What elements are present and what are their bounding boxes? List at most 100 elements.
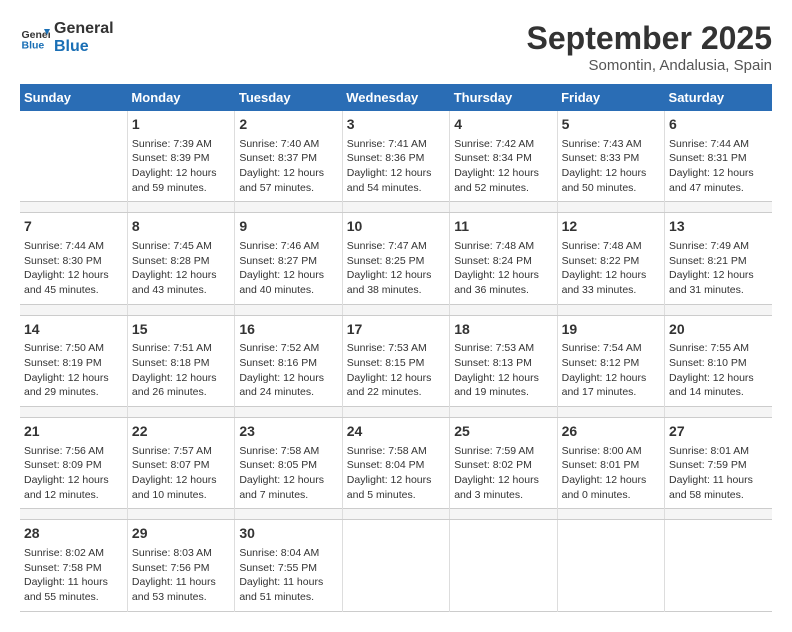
day-cell: 9Sunrise: 7:46 AM Sunset: 8:27 PM Daylig… xyxy=(235,213,342,304)
day-cell: 17Sunrise: 7:53 AM Sunset: 8:15 PM Dayli… xyxy=(342,315,449,406)
day-number: 13 xyxy=(669,217,768,237)
day-info: Sunrise: 8:00 AM Sunset: 8:01 PM Dayligh… xyxy=(562,444,660,503)
month-title: September 2025 xyxy=(527,20,772,57)
day-cell: 22Sunrise: 7:57 AM Sunset: 8:07 PM Dayli… xyxy=(127,418,234,509)
title-area: September 2025 Somontin, Andalusia, Spai… xyxy=(527,20,772,74)
day-cell: 10Sunrise: 7:47 AM Sunset: 8:25 PM Dayli… xyxy=(342,213,449,304)
day-cell: 2Sunrise: 7:40 AM Sunset: 8:37 PM Daylig… xyxy=(235,111,342,202)
day-cell: 13Sunrise: 7:49 AM Sunset: 8:21 PM Dayli… xyxy=(665,213,772,304)
day-cell: 25Sunrise: 7:59 AM Sunset: 8:02 PM Dayli… xyxy=(450,418,557,509)
day-info: Sunrise: 7:49 AM Sunset: 8:21 PM Dayligh… xyxy=(669,239,768,298)
day-number: 30 xyxy=(239,524,337,544)
day-number: 27 xyxy=(669,422,768,442)
day-cell: 23Sunrise: 7:58 AM Sunset: 8:05 PM Dayli… xyxy=(235,418,342,509)
week-separator xyxy=(20,407,772,418)
day-cell: 6Sunrise: 7:44 AM Sunset: 8:31 PM Daylig… xyxy=(665,111,772,202)
logo-line2: Blue xyxy=(54,38,114,56)
day-cell: 1Sunrise: 7:39 AM Sunset: 8:39 PM Daylig… xyxy=(127,111,234,202)
day-cell: 20Sunrise: 7:55 AM Sunset: 8:10 PM Dayli… xyxy=(665,315,772,406)
day-number: 26 xyxy=(562,422,660,442)
week-row-3: 14Sunrise: 7:50 AM Sunset: 8:19 PM Dayli… xyxy=(20,315,772,406)
day-cell: 8Sunrise: 7:45 AM Sunset: 8:28 PM Daylig… xyxy=(127,213,234,304)
day-header-tuesday: Tuesday xyxy=(235,84,342,111)
day-cell: 27Sunrise: 8:01 AM Sunset: 7:59 PM Dayli… xyxy=(665,418,772,509)
day-number: 29 xyxy=(132,524,230,544)
day-info: Sunrise: 7:56 AM Sunset: 8:09 PM Dayligh… xyxy=(24,444,123,503)
day-cell: 15Sunrise: 7:51 AM Sunset: 8:18 PM Dayli… xyxy=(127,315,234,406)
day-number: 28 xyxy=(24,524,123,544)
day-header-sunday: Sunday xyxy=(20,84,127,111)
svg-text:Blue: Blue xyxy=(22,40,45,52)
day-cell: 5Sunrise: 7:43 AM Sunset: 8:33 PM Daylig… xyxy=(557,111,664,202)
week-separator xyxy=(20,509,772,520)
day-info: Sunrise: 7:46 AM Sunset: 8:27 PM Dayligh… xyxy=(239,239,337,298)
day-info: Sunrise: 7:48 AM Sunset: 8:24 PM Dayligh… xyxy=(454,239,552,298)
day-header-friday: Friday xyxy=(557,84,664,111)
day-number: 9 xyxy=(239,217,337,237)
day-cell: 7Sunrise: 7:44 AM Sunset: 8:30 PM Daylig… xyxy=(20,213,127,304)
week-separator xyxy=(20,202,772,213)
day-cell xyxy=(342,520,449,611)
day-cell: 29Sunrise: 8:03 AM Sunset: 7:56 PM Dayli… xyxy=(127,520,234,611)
day-number: 19 xyxy=(562,320,660,340)
day-info: Sunrise: 7:48 AM Sunset: 8:22 PM Dayligh… xyxy=(562,239,660,298)
day-number: 24 xyxy=(347,422,445,442)
day-info: Sunrise: 7:50 AM Sunset: 8:19 PM Dayligh… xyxy=(24,341,123,400)
day-cell: 14Sunrise: 7:50 AM Sunset: 8:19 PM Dayli… xyxy=(20,315,127,406)
day-info: Sunrise: 7:44 AM Sunset: 8:30 PM Dayligh… xyxy=(24,239,123,298)
week-row-4: 21Sunrise: 7:56 AM Sunset: 8:09 PM Dayli… xyxy=(20,418,772,509)
day-info: Sunrise: 8:01 AM Sunset: 7:59 PM Dayligh… xyxy=(669,444,768,503)
day-number: 15 xyxy=(132,320,230,340)
day-number: 12 xyxy=(562,217,660,237)
day-number: 2 xyxy=(239,115,337,135)
day-info: Sunrise: 7:53 AM Sunset: 8:13 PM Dayligh… xyxy=(454,341,552,400)
day-cell xyxy=(20,111,127,202)
day-number: 21 xyxy=(24,422,123,442)
day-info: Sunrise: 8:02 AM Sunset: 7:58 PM Dayligh… xyxy=(24,546,123,605)
day-cell: 28Sunrise: 8:02 AM Sunset: 7:58 PM Dayli… xyxy=(20,520,127,611)
day-header-monday: Monday xyxy=(127,84,234,111)
day-header-thursday: Thursday xyxy=(450,84,557,111)
day-number: 5 xyxy=(562,115,660,135)
week-row-2: 7Sunrise: 7:44 AM Sunset: 8:30 PM Daylig… xyxy=(20,213,772,304)
day-cell: 24Sunrise: 7:58 AM Sunset: 8:04 PM Dayli… xyxy=(342,418,449,509)
logo-line1: General xyxy=(54,20,114,38)
day-number: 18 xyxy=(454,320,552,340)
day-cell xyxy=(557,520,664,611)
header: General Blue General Blue September 2025… xyxy=(20,20,772,74)
day-cell: 26Sunrise: 8:00 AM Sunset: 8:01 PM Dayli… xyxy=(557,418,664,509)
day-cell: 16Sunrise: 7:52 AM Sunset: 8:16 PM Dayli… xyxy=(235,315,342,406)
day-number: 10 xyxy=(347,217,445,237)
day-cell: 30Sunrise: 8:04 AM Sunset: 7:55 PM Dayli… xyxy=(235,520,342,611)
day-info: Sunrise: 7:53 AM Sunset: 8:15 PM Dayligh… xyxy=(347,341,445,400)
day-info: Sunrise: 7:51 AM Sunset: 8:18 PM Dayligh… xyxy=(132,341,230,400)
day-info: Sunrise: 7:39 AM Sunset: 8:39 PM Dayligh… xyxy=(132,137,230,196)
week-row-1: 1Sunrise: 7:39 AM Sunset: 8:39 PM Daylig… xyxy=(20,111,772,202)
day-cell: 11Sunrise: 7:48 AM Sunset: 8:24 PM Dayli… xyxy=(450,213,557,304)
day-number: 1 xyxy=(132,115,230,135)
day-number: 11 xyxy=(454,217,552,237)
day-number: 8 xyxy=(132,217,230,237)
day-cell: 21Sunrise: 7:56 AM Sunset: 8:09 PM Dayli… xyxy=(20,418,127,509)
day-info: Sunrise: 7:45 AM Sunset: 8:28 PM Dayligh… xyxy=(132,239,230,298)
week-separator xyxy=(20,304,772,315)
day-number: 4 xyxy=(454,115,552,135)
day-cell: 12Sunrise: 7:48 AM Sunset: 8:22 PM Dayli… xyxy=(557,213,664,304)
day-cell: 19Sunrise: 7:54 AM Sunset: 8:12 PM Dayli… xyxy=(557,315,664,406)
day-cell: 3Sunrise: 7:41 AM Sunset: 8:36 PM Daylig… xyxy=(342,111,449,202)
day-number: 17 xyxy=(347,320,445,340)
day-cell: 4Sunrise: 7:42 AM Sunset: 8:34 PM Daylig… xyxy=(450,111,557,202)
day-info: Sunrise: 7:44 AM Sunset: 8:31 PM Dayligh… xyxy=(669,137,768,196)
day-info: Sunrise: 7:52 AM Sunset: 8:16 PM Dayligh… xyxy=(239,341,337,400)
day-info: Sunrise: 7:59 AM Sunset: 8:02 PM Dayligh… xyxy=(454,444,552,503)
day-info: Sunrise: 8:04 AM Sunset: 7:55 PM Dayligh… xyxy=(239,546,337,605)
day-number: 20 xyxy=(669,320,768,340)
day-info: Sunrise: 7:42 AM Sunset: 8:34 PM Dayligh… xyxy=(454,137,552,196)
day-info: Sunrise: 7:54 AM Sunset: 8:12 PM Dayligh… xyxy=(562,341,660,400)
logo: General Blue General Blue xyxy=(20,20,114,56)
header-row: SundayMondayTuesdayWednesdayThursdayFrid… xyxy=(20,84,772,111)
day-number: 16 xyxy=(239,320,337,340)
day-cell xyxy=(450,520,557,611)
week-row-5: 28Sunrise: 8:02 AM Sunset: 7:58 PM Dayli… xyxy=(20,520,772,611)
day-info: Sunrise: 7:47 AM Sunset: 8:25 PM Dayligh… xyxy=(347,239,445,298)
